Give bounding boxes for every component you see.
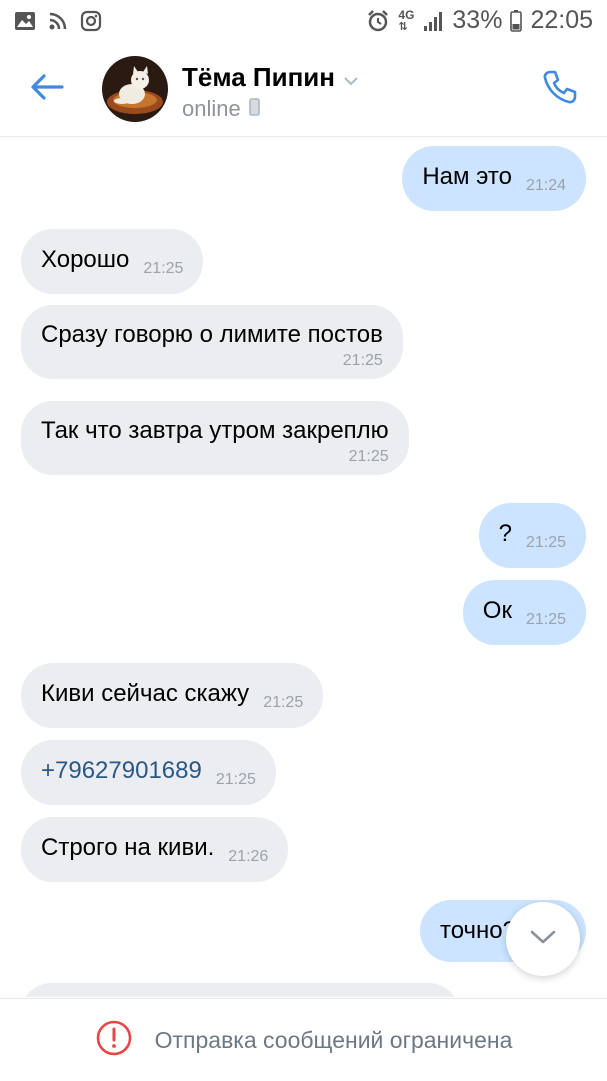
phone-icon bbox=[541, 68, 579, 111]
message-text: Сразу говорю о лимите постов bbox=[41, 321, 383, 348]
contact-name: Тёма Пипин bbox=[182, 62, 335, 92]
alert-circle-icon bbox=[95, 1019, 133, 1062]
call-button[interactable] bbox=[537, 66, 583, 112]
clock: 22:05 bbox=[530, 6, 593, 34]
back-button[interactable] bbox=[24, 66, 70, 112]
message-text: точно? bbox=[440, 917, 516, 944]
chevron-down-icon bbox=[529, 929, 557, 950]
message-text: Нам это bbox=[422, 163, 512, 190]
message-incoming[interactable]: Сразу говорю о лимите постов 21:25 bbox=[21, 305, 403, 379]
arrow-left-icon bbox=[30, 73, 64, 106]
message-text: Киви сейчас скажу bbox=[41, 680, 250, 707]
message-text: Ок bbox=[482, 597, 512, 624]
message-time: 21:25 bbox=[143, 260, 184, 277]
message-list[interactable]: Нам это 21:24 Хорошо 21:25 Сразу говорю о … bbox=[0, 137, 607, 997]
message-text: Хорошо bbox=[41, 246, 130, 273]
restriction-banner: Отправка сообщений ограничена bbox=[0, 998, 607, 1081]
alarm-icon bbox=[366, 9, 390, 33]
cat-avatar bbox=[102, 56, 168, 122]
message-incoming[interactable]: Строго на киви. 21:26 bbox=[21, 817, 289, 882]
message-text: Так что завтра утром закреплю bbox=[41, 417, 389, 444]
message-time: 21:26 bbox=[228, 848, 269, 865]
mobile-icon bbox=[248, 96, 260, 122]
message-incoming[interactable]: Так что завтра утром закреплю 21:25 bbox=[21, 401, 409, 475]
message-time: 21:25 bbox=[525, 611, 566, 628]
chevron-down-icon bbox=[343, 62, 359, 93]
message-text: Строго на киви. bbox=[41, 834, 215, 861]
chat-header: Тёма Пипин online bbox=[0, 44, 607, 137]
message-outgoing[interactable]: Нам это 21:24 bbox=[402, 146, 586, 211]
message-time: 21:24 bbox=[525, 177, 566, 194]
message-time: 21:25 bbox=[342, 352, 383, 369]
contact-name-row[interactable]: Тёма Пипин bbox=[182, 62, 359, 93]
contact-status-row: online bbox=[182, 96, 260, 122]
notification-icons bbox=[14, 10, 102, 32]
network-type: 4G ⇅ bbox=[398, 7, 415, 33]
message-outgoing[interactable]: ? 21:25 bbox=[478, 503, 586, 568]
message-outgoing[interactable]: Ок 21:25 bbox=[462, 580, 586, 645]
message-time: 21:25 bbox=[215, 771, 256, 788]
message-incoming[interactable] bbox=[21, 983, 459, 997]
message-time: 21:25 bbox=[348, 448, 389, 465]
message-incoming[interactable]: Киви сейчас скажу 21:25 bbox=[21, 663, 324, 728]
message-time: 21:25 bbox=[525, 534, 566, 551]
battery-percent: 33% bbox=[452, 6, 503, 34]
phone-link[interactable]: +79627901689 bbox=[41, 757, 202, 784]
restriction-text: Отправка сообщений ограничена bbox=[154, 1026, 513, 1053]
instagram-icon bbox=[80, 10, 102, 32]
rss-icon bbox=[48, 11, 68, 31]
signal-icon bbox=[422, 10, 444, 32]
system-status: 4G ⇅ 33% 22:05 bbox=[366, 6, 593, 35]
image-icon bbox=[14, 11, 36, 31]
avatar[interactable] bbox=[102, 56, 168, 122]
message-text: ? bbox=[498, 520, 512, 547]
message-time: 21:25 bbox=[263, 694, 304, 711]
status-bar: 4G ⇅ 33% 22:05 bbox=[0, 0, 607, 44]
contact-status: online bbox=[182, 96, 241, 121]
scroll-down-button[interactable] bbox=[506, 902, 580, 976]
message-incoming[interactable]: Хорошо 21:25 bbox=[21, 229, 204, 294]
message-incoming[interactable]: +79627901689 21:25 bbox=[21, 740, 276, 805]
battery-icon bbox=[510, 9, 523, 32]
